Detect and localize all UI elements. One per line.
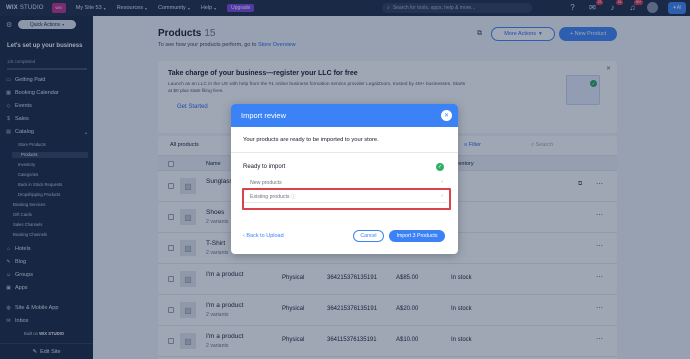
close-icon[interactable]: ✕	[441, 110, 452, 121]
modal-message: Your products are ready to be imported t…	[243, 137, 379, 143]
annotation-highlight-box	[242, 188, 451, 210]
divider	[231, 152, 458, 153]
back-to-upload-link[interactable]: ‹ Back to Upload	[243, 233, 284, 239]
new-products-label: New products	[250, 180, 282, 186]
check-icon: ✓	[436, 163, 444, 171]
chevron-left-icon: ‹	[243, 233, 245, 239]
chevron-right-icon: ›	[441, 179, 443, 185]
import-products-button[interactable]: Import 3 Products	[389, 230, 445, 242]
modal-header: Import review ✕	[231, 104, 458, 127]
cancel-button[interactable]: Cancel	[353, 230, 384, 242]
modal-title: Import review	[241, 111, 287, 120]
import-review-modal: Import review ✕ Your products are ready …	[231, 104, 458, 254]
ready-to-import-label: Ready to import	[243, 164, 286, 170]
